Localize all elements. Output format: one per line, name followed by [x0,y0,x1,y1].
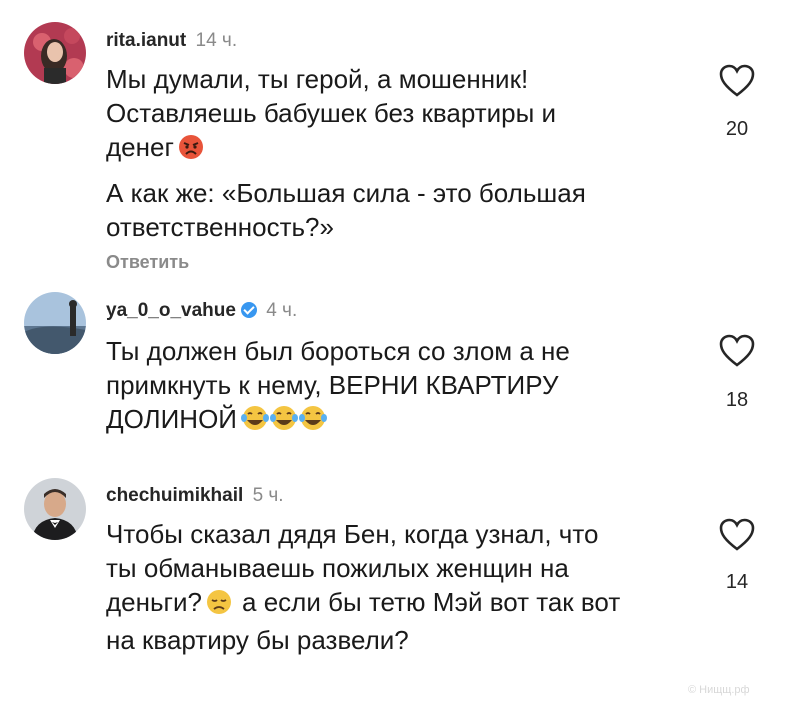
like-count: 14 [725,571,749,593]
comment-meta: chechuimikhail 5 ч. [106,485,284,507]
username[interactable]: chechuimikhail [106,485,243,506]
crying-laughing-face-icon [240,404,327,440]
text-line: на квартиру бы развели? [106,625,409,655]
heart-icon[interactable] [719,518,755,552]
comment-meta: ya_0_o_vahue 4 ч. [106,300,297,322]
comment-meta: rita.ianut 14 ч. [106,30,237,52]
text-line: а если бы тетю Мэй вот так вот [242,587,621,617]
heart-icon[interactable] [719,64,755,98]
text-line: Ты должен был бороться со злом а не [106,336,570,366]
watermark: © Нищщ.рф [688,684,750,696]
text-line: Оставляешь бабушек без квартиры и [106,98,557,128]
like-count: 18 [725,389,749,411]
text-line: ты обманываешь пожилых женщин на [106,553,569,583]
timestamp: 14 ч. [195,30,238,51]
comment-text: Мы думали, ты герой, а мошенник! Оставля… [106,62,686,244]
text-line: ДОЛИНОЙ [106,404,237,434]
verified-badge-icon [240,302,257,318]
reply-button[interactable]: Ответить [106,252,189,273]
avatar[interactable] [24,22,86,84]
disappointed-face-icon [206,589,232,623]
text-line: примкнуть к нему, ВЕРНИ КВАРТИРУ [106,370,559,400]
comment-text: Чтобы сказал дядя Бен, когда узнал, что … [106,517,686,657]
avatar[interactable] [24,292,86,354]
text-line: денег [106,132,174,162]
angry-face-icon [178,134,204,168]
text-line: Чтобы сказал дядя Бен, когда узнал, что [106,519,599,549]
heart-icon[interactable] [719,334,755,368]
username[interactable]: ya_0_o_vahue [106,300,236,321]
timestamp: 4 ч. [266,300,298,321]
like-count: 20 [725,118,749,140]
text-line: деньги? [106,587,203,617]
avatar[interactable] [24,478,86,540]
text-line: ответственность?» [106,212,334,242]
text-line: Мы думали, ты герой, а мошенник! [106,64,529,94]
timestamp: 5 ч. [252,485,284,506]
username[interactable]: rita.ianut [106,30,186,51]
comment-text: Ты должен был бороться со злом а не прим… [106,334,686,440]
text-line: А как же: «Большая сила - это большая [106,178,586,208]
